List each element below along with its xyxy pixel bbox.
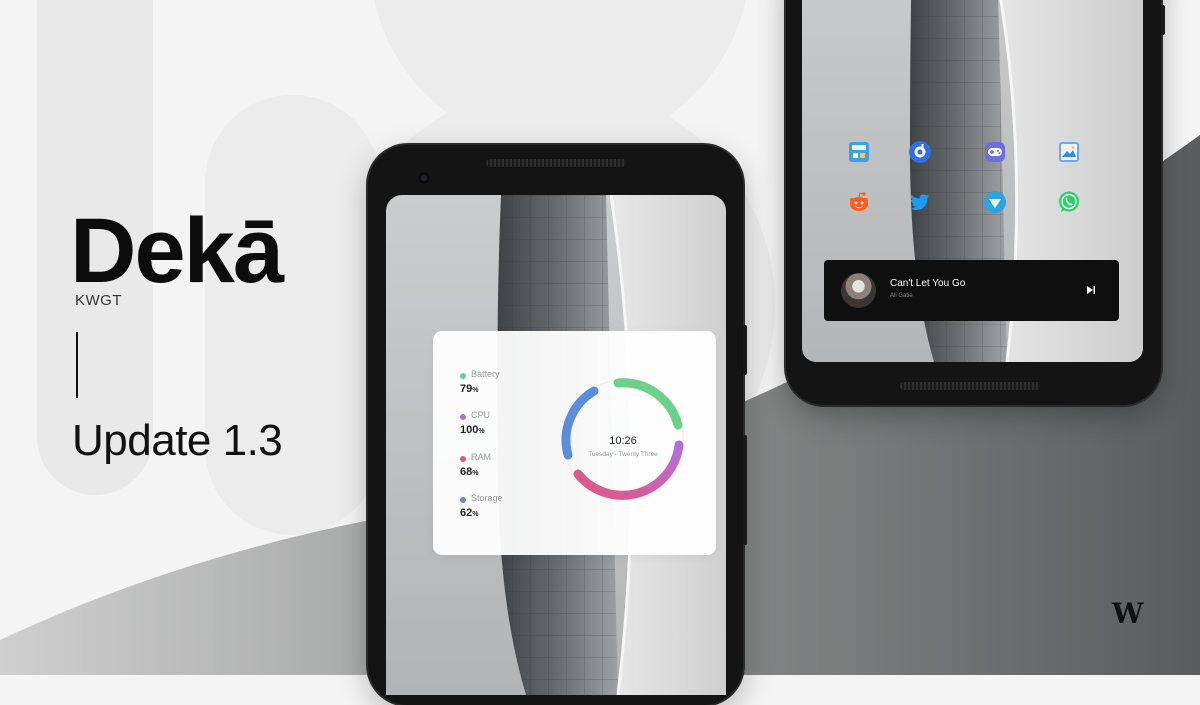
stat-label: CPU — [471, 410, 491, 420]
side-button — [1161, 5, 1165, 35]
stat-value: 79% — [460, 383, 478, 395]
ring-arc-battery — [613, 378, 683, 430]
phone-back: Can't Let You Go Ali Gatie — [786, 0, 1165, 405]
phone-screen: Battery 79% CPU 100% RAM 68% Storage 62% — [386, 195, 726, 695]
brand-title: Dekā — [70, 200, 284, 302]
clock-date: Tuesday - Twenty Three — [588, 451, 658, 458]
stat-unit: % — [472, 470, 479, 477]
stat-unit: % — [472, 511, 479, 518]
stat-label: Storage — [471, 493, 503, 503]
whatsapp-app-icon[interactable] — [1057, 190, 1081, 214]
brand-subtitle: KWGT — [75, 292, 122, 309]
stat-unit: % — [472, 387, 479, 394]
song-artist: Ali Gatie — [890, 293, 913, 299]
speaker-grille — [486, 159, 626, 167]
power-button — [743, 325, 747, 375]
front-camera — [418, 172, 430, 184]
stat-unit: % — [478, 428, 485, 435]
ram-dot — [460, 456, 466, 462]
update-label: Update 1.3 — [72, 416, 283, 465]
stat-number: 100 — [460, 424, 479, 436]
music-widget[interactable]: Can't Let You Go Ali Gatie — [824, 260, 1119, 321]
speaker-grille — [900, 382, 1040, 390]
system-stats-widget[interactable]: Battery 79% CPU 100% RAM 68% Storage 62% — [433, 331, 716, 555]
stat-value: 100% — [460, 424, 485, 436]
phone-front: Battery 79% CPU 100% RAM 68% Storage 62% — [368, 145, 747, 705]
stat-value: 68% — [460, 466, 478, 478]
stat-label: RAM — [471, 452, 491, 462]
stat-number: 62 — [460, 507, 473, 519]
volume-button — [743, 435, 747, 545]
battery-dot — [460, 373, 466, 379]
logo: W — [1112, 597, 1144, 630]
reddit-app-icon[interactable] — [847, 190, 871, 214]
gallery-app-icon[interactable] — [1057, 140, 1081, 164]
divider — [76, 332, 78, 398]
song-title: Can't Let You Go — [890, 278, 966, 289]
storage-dot — [460, 497, 466, 503]
telegram-app-icon[interactable] — [983, 190, 1007, 214]
phone-screen: Can't Let You Go Ali Gatie — [802, 0, 1143, 362]
stat-label: Battery — [471, 369, 500, 379]
clock-time: 10:26 — [609, 435, 637, 447]
stat-value: 62% — [460, 507, 478, 519]
skip-next-icon[interactable] — [1085, 284, 1097, 296]
stat-number: 68 — [460, 466, 473, 478]
calculator-app-icon[interactable] — [847, 140, 871, 164]
album-art — [841, 273, 876, 308]
cpu-dot — [460, 414, 466, 420]
game-controller-app-icon[interactable] — [983, 140, 1007, 164]
twitter-app-icon[interactable] — [908, 190, 932, 214]
music-player-app-icon[interactable] — [908, 140, 932, 164]
stat-number: 79 — [460, 383, 473, 395]
